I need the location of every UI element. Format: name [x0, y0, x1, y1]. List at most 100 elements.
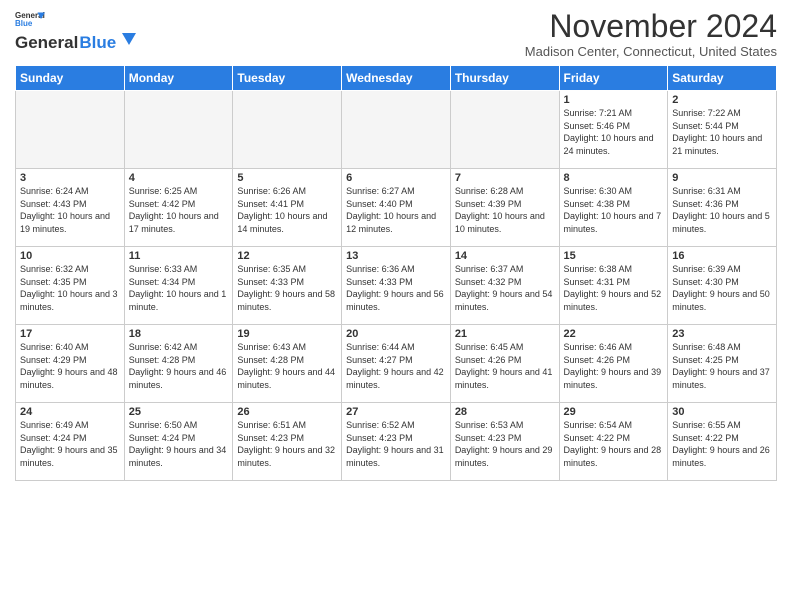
calendar-cell: 4Sunrise: 6:25 AM Sunset: 4:42 PM Daylig… [124, 169, 233, 247]
day-number: 5 [237, 172, 337, 184]
logo: General Blue General Blue [15, 10, 136, 53]
calendar-cell [16, 91, 125, 169]
day-number: 24 [20, 406, 120, 418]
calendar-day-header: Tuesday [233, 66, 342, 91]
calendar-cell [233, 91, 342, 169]
day-info: Sunrise: 6:25 AM Sunset: 4:42 PM Dayligh… [129, 185, 229, 235]
day-info: Sunrise: 6:31 AM Sunset: 4:36 PM Dayligh… [672, 185, 772, 235]
calendar-cell: 18Sunrise: 6:42 AM Sunset: 4:28 PM Dayli… [124, 325, 233, 403]
day-info: Sunrise: 6:35 AM Sunset: 4:33 PM Dayligh… [237, 263, 337, 313]
day-info: Sunrise: 6:38 AM Sunset: 4:31 PM Dayligh… [564, 263, 664, 313]
day-number: 22 [564, 328, 664, 340]
calendar-cell: 16Sunrise: 6:39 AM Sunset: 4:30 PM Dayli… [668, 247, 777, 325]
day-info: Sunrise: 6:40 AM Sunset: 4:29 PM Dayligh… [20, 341, 120, 391]
calendar-cell: 14Sunrise: 6:37 AM Sunset: 4:32 PM Dayli… [450, 247, 559, 325]
day-info: Sunrise: 6:46 AM Sunset: 4:26 PM Dayligh… [564, 341, 664, 391]
logo-blue: Blue [79, 33, 116, 53]
day-info: Sunrise: 6:32 AM Sunset: 4:35 PM Dayligh… [20, 263, 120, 313]
logo-general: General [15, 33, 78, 53]
day-info: Sunrise: 6:27 AM Sunset: 4:40 PM Dayligh… [346, 185, 446, 235]
day-info: Sunrise: 6:37 AM Sunset: 4:32 PM Dayligh… [455, 263, 555, 313]
day-number: 25 [129, 406, 229, 418]
day-info: Sunrise: 6:53 AM Sunset: 4:23 PM Dayligh… [455, 419, 555, 469]
calendar-day-header: Thursday [450, 66, 559, 91]
day-info: Sunrise: 6:36 AM Sunset: 4:33 PM Dayligh… [346, 263, 446, 313]
calendar-cell: 24Sunrise: 6:49 AM Sunset: 4:24 PM Dayli… [16, 403, 125, 481]
day-number: 28 [455, 406, 555, 418]
calendar-cell: 23Sunrise: 6:48 AM Sunset: 4:25 PM Dayli… [668, 325, 777, 403]
day-number: 30 [672, 406, 772, 418]
day-info: Sunrise: 6:26 AM Sunset: 4:41 PM Dayligh… [237, 185, 337, 235]
calendar-week-row: 1Sunrise: 7:21 AM Sunset: 5:46 PM Daylig… [16, 91, 777, 169]
calendar-cell: 19Sunrise: 6:43 AM Sunset: 4:28 PM Dayli… [233, 325, 342, 403]
day-info: Sunrise: 6:48 AM Sunset: 4:25 PM Dayligh… [672, 341, 772, 391]
calendar-cell: 2Sunrise: 7:22 AM Sunset: 5:44 PM Daylig… [668, 91, 777, 169]
calendar-cell [124, 91, 233, 169]
day-info: Sunrise: 7:22 AM Sunset: 5:44 PM Dayligh… [672, 107, 772, 157]
day-info: Sunrise: 6:45 AM Sunset: 4:26 PM Dayligh… [455, 341, 555, 391]
calendar-cell: 27Sunrise: 6:52 AM Sunset: 4:23 PM Dayli… [342, 403, 451, 481]
calendar-cell: 11Sunrise: 6:33 AM Sunset: 4:34 PM Dayli… [124, 247, 233, 325]
day-number: 1 [564, 94, 664, 106]
day-info: Sunrise: 7:21 AM Sunset: 5:46 PM Dayligh… [564, 107, 664, 157]
calendar-week-row: 10Sunrise: 6:32 AM Sunset: 4:35 PM Dayli… [16, 247, 777, 325]
day-info: Sunrise: 6:43 AM Sunset: 4:28 PM Dayligh… [237, 341, 337, 391]
day-info: Sunrise: 6:50 AM Sunset: 4:24 PM Dayligh… [129, 419, 229, 469]
day-number: 26 [237, 406, 337, 418]
day-info: Sunrise: 6:30 AM Sunset: 4:38 PM Dayligh… [564, 185, 664, 235]
calendar-cell: 6Sunrise: 6:27 AM Sunset: 4:40 PM Daylig… [342, 169, 451, 247]
day-number: 17 [20, 328, 120, 340]
page: General Blue General Blue November 2024 … [0, 0, 792, 489]
calendar-cell: 1Sunrise: 7:21 AM Sunset: 5:46 PM Daylig… [559, 91, 668, 169]
calendar-cell: 8Sunrise: 6:30 AM Sunset: 4:38 PM Daylig… [559, 169, 668, 247]
day-number: 11 [129, 250, 229, 262]
day-info: Sunrise: 6:49 AM Sunset: 4:24 PM Dayligh… [20, 419, 120, 469]
day-info: Sunrise: 6:44 AM Sunset: 4:27 PM Dayligh… [346, 341, 446, 391]
calendar-cell: 15Sunrise: 6:38 AM Sunset: 4:31 PM Dayli… [559, 247, 668, 325]
svg-text:Blue: Blue [15, 19, 33, 28]
calendar-cell: 12Sunrise: 6:35 AM Sunset: 4:33 PM Dayli… [233, 247, 342, 325]
day-number: 10 [20, 250, 120, 262]
calendar-cell: 25Sunrise: 6:50 AM Sunset: 4:24 PM Dayli… [124, 403, 233, 481]
day-number: 20 [346, 328, 446, 340]
logo-triangle-icon [118, 30, 136, 48]
calendar-cell: 21Sunrise: 6:45 AM Sunset: 4:26 PM Dayli… [450, 325, 559, 403]
day-number: 16 [672, 250, 772, 262]
calendar-cell: 3Sunrise: 6:24 AM Sunset: 4:43 PM Daylig… [16, 169, 125, 247]
day-number: 4 [129, 172, 229, 184]
calendar-week-row: 24Sunrise: 6:49 AM Sunset: 4:24 PM Dayli… [16, 403, 777, 481]
day-number: 19 [237, 328, 337, 340]
calendar-cell: 10Sunrise: 6:32 AM Sunset: 4:35 PM Dayli… [16, 247, 125, 325]
day-info: Sunrise: 6:28 AM Sunset: 4:39 PM Dayligh… [455, 185, 555, 235]
calendar-cell: 26Sunrise: 6:51 AM Sunset: 4:23 PM Dayli… [233, 403, 342, 481]
calendar-day-header: Wednesday [342, 66, 451, 91]
day-number: 29 [564, 406, 664, 418]
day-info: Sunrise: 6:33 AM Sunset: 4:34 PM Dayligh… [129, 263, 229, 313]
day-number: 3 [20, 172, 120, 184]
location-title: Madison Center, Connecticut, United Stat… [525, 44, 777, 59]
day-number: 13 [346, 250, 446, 262]
day-info: Sunrise: 6:51 AM Sunset: 4:23 PM Dayligh… [237, 419, 337, 469]
calendar-cell: 29Sunrise: 6:54 AM Sunset: 4:22 PM Dayli… [559, 403, 668, 481]
calendar-cell: 20Sunrise: 6:44 AM Sunset: 4:27 PM Dayli… [342, 325, 451, 403]
calendar-cell: 7Sunrise: 6:28 AM Sunset: 4:39 PM Daylig… [450, 169, 559, 247]
calendar-cell: 17Sunrise: 6:40 AM Sunset: 4:29 PM Dayli… [16, 325, 125, 403]
day-number: 15 [564, 250, 664, 262]
calendar-day-header: Monday [124, 66, 233, 91]
calendar-cell [450, 91, 559, 169]
day-number: 27 [346, 406, 446, 418]
calendar-day-header: Sunday [16, 66, 125, 91]
calendar-cell: 13Sunrise: 6:36 AM Sunset: 4:33 PM Dayli… [342, 247, 451, 325]
day-number: 7 [455, 172, 555, 184]
day-number: 9 [672, 172, 772, 184]
calendar-day-header: Saturday [668, 66, 777, 91]
day-number: 23 [672, 328, 772, 340]
day-info: Sunrise: 6:42 AM Sunset: 4:28 PM Dayligh… [129, 341, 229, 391]
month-title: November 2024 [525, 10, 777, 42]
logo-icon: General Blue [15, 10, 45, 28]
calendar-day-header: Friday [559, 66, 668, 91]
day-number: 2 [672, 94, 772, 106]
day-number: 6 [346, 172, 446, 184]
day-number: 21 [455, 328, 555, 340]
calendar-week-row: 3Sunrise: 6:24 AM Sunset: 4:43 PM Daylig… [16, 169, 777, 247]
